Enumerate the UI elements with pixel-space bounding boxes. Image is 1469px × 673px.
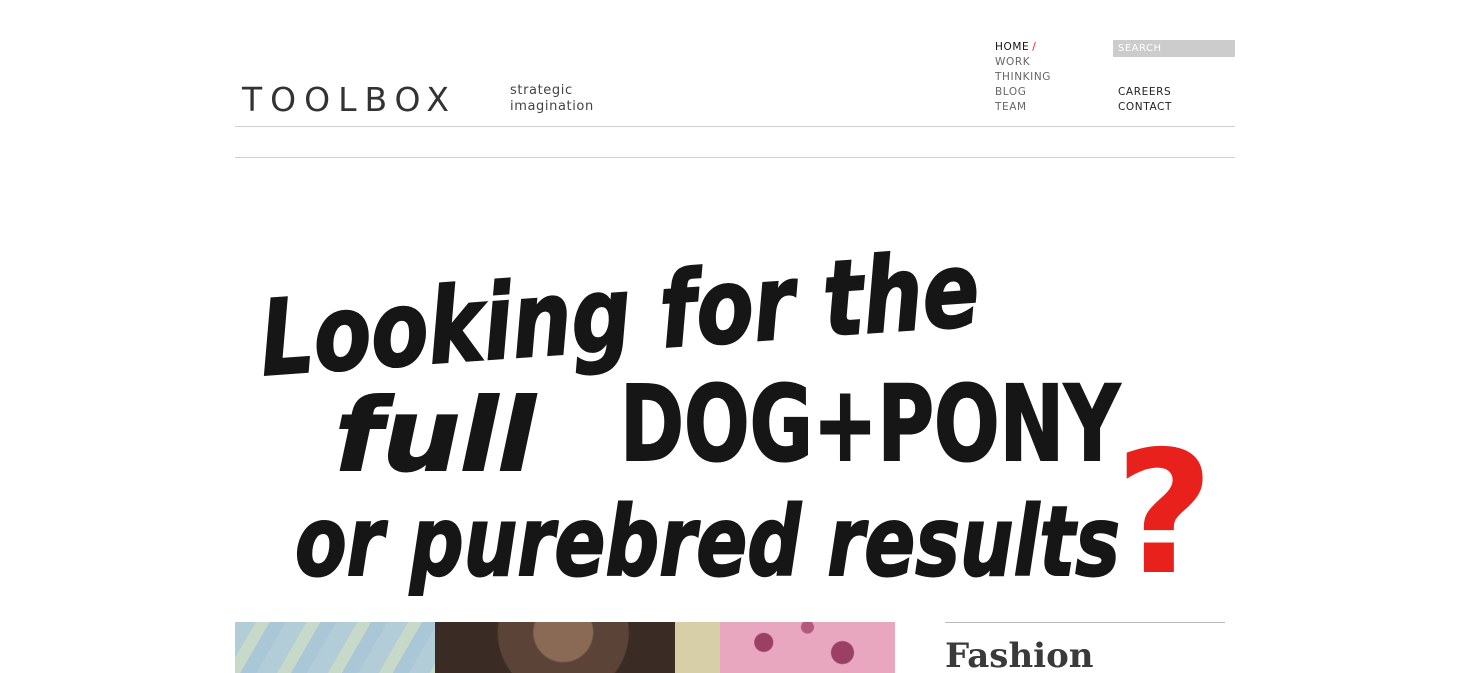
content-divider xyxy=(235,157,1235,158)
feature-image-strip xyxy=(675,622,720,673)
header-divider xyxy=(235,126,1235,127)
feature-image[interactable] xyxy=(235,622,895,673)
nav-item-work[interactable]: WORK xyxy=(995,55,1051,70)
nav-item-blog[interactable]: BLOG xyxy=(995,85,1051,100)
page: TOOLBOX strategic imagination HOME / WORK… xyxy=(0,0,1469,673)
nav-item-careers[interactable]: CAREERS xyxy=(1118,85,1172,100)
tagline: strategic imagination xyxy=(510,83,594,115)
nav-item-team[interactable]: TEAM xyxy=(995,100,1051,115)
hero-lettering-graphic: Looking for the full DOG+PONY or purebre… xyxy=(255,227,1214,610)
nav-item-home[interactable]: HOME / xyxy=(995,40,1051,55)
active-marker: / xyxy=(1032,41,1037,53)
hero-line-3: or purebred results xyxy=(295,486,1120,598)
search-input[interactable] xyxy=(1113,40,1235,57)
hero-line-2-a: full xyxy=(335,377,537,494)
feature-title[interactable]: Fashion xyxy=(945,634,1093,673)
hero-question-mark: ? xyxy=(1115,415,1214,610)
hero-lettering: Looking for the full DOG+PONY or purebre… xyxy=(235,180,1235,610)
primary-nav: HOME / WORK THINKING BLOG TEAM xyxy=(995,40,1051,115)
logo[interactable]: TOOLBOX xyxy=(242,82,457,118)
secondary-nav: CAREERS CONTACT xyxy=(1118,85,1172,115)
nav-item-home-label: HOME xyxy=(995,41,1030,53)
nav-item-contact[interactable]: CONTACT xyxy=(1118,100,1172,115)
nav-item-thinking[interactable]: THINKING xyxy=(995,70,1051,85)
hero-line-2-b: DOG+PONY xyxy=(620,363,1121,485)
feature-image-left-pattern xyxy=(235,622,435,673)
feature-image-floral-pattern xyxy=(720,622,895,673)
feature-divider xyxy=(945,622,1225,623)
tagline-line-1: strategic xyxy=(510,83,573,98)
tagline-line-2: imagination xyxy=(510,99,594,114)
